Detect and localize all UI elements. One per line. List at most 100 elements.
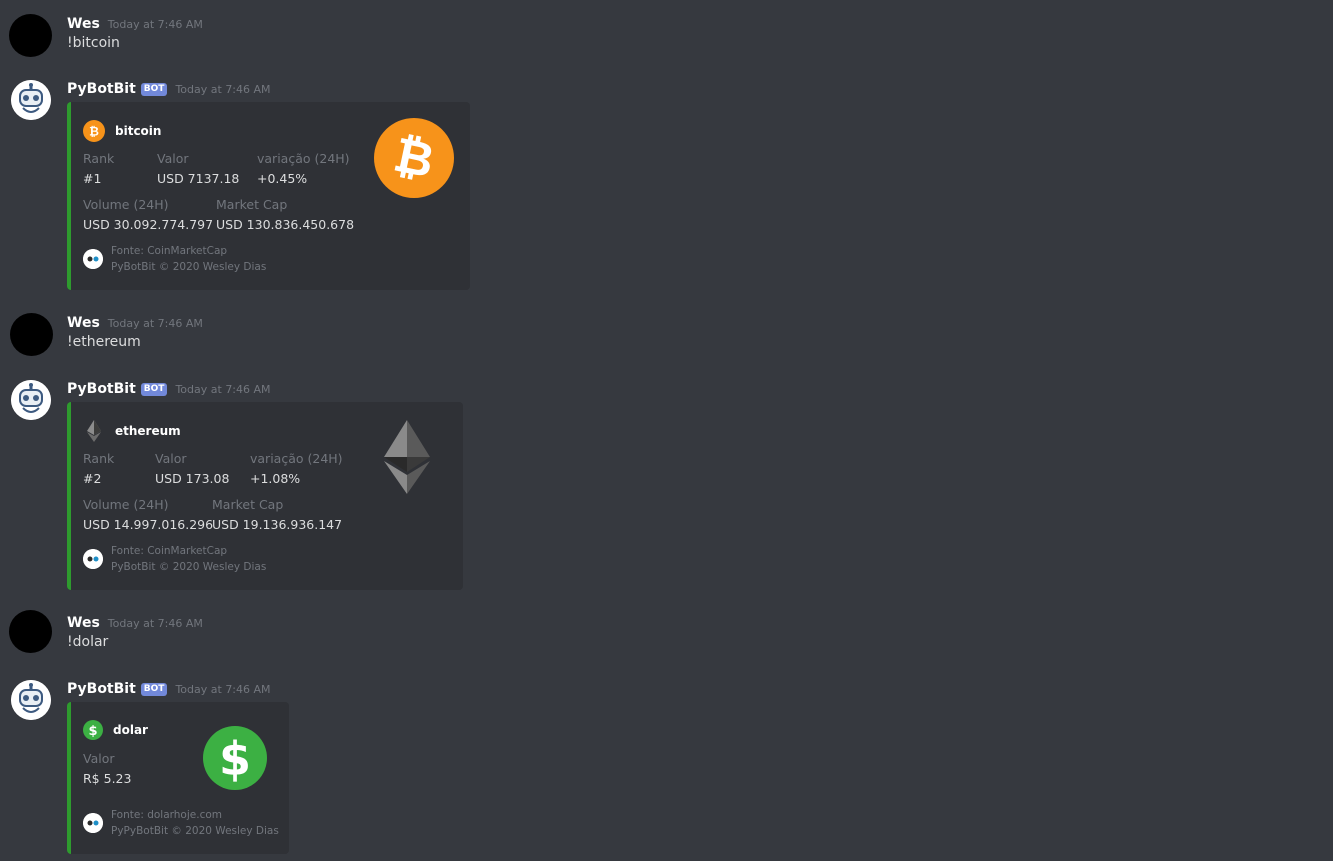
message-bot-ethereum: PyBotBit BOT Today at 7:46 AM ethereum R…	[0, 379, 1333, 594]
field-name: Valor	[83, 751, 115, 766]
field-name: Market Cap	[216, 197, 288, 212]
user-avatar[interactable]	[9, 610, 52, 653]
field-variacao: variação (24H) +0.45%	[257, 149, 350, 189]
embed-footer: Fonte: dolarhoje.com PyPyBotBit © 2020 W…	[83, 807, 279, 839]
field-name: Valor	[155, 451, 187, 466]
robot-icon	[83, 549, 103, 569]
message-user-bitcoin: Wes Today at 7:46 AM !bitcoin	[0, 14, 1333, 64]
ethereum-logo[interactable]	[384, 420, 430, 494]
robot-icon	[11, 680, 51, 720]
svg-text:$: $	[88, 724, 97, 737]
bot-tag: BOT	[140, 82, 168, 96]
message-header: Wes Today at 7:46 AM	[67, 14, 203, 34]
timestamp: Today at 7:46 AM	[175, 382, 271, 396]
embed-dolar: $ dolar Valor R$ 5.23 $ Fonte: dolarhoje…	[67, 702, 289, 854]
bitcoin-icon: ₿	[83, 120, 105, 142]
field-valor: Valor USD 173.08	[155, 449, 229, 489]
footer-source: Fonte: CoinMarketCap	[111, 245, 228, 257]
message-header: PyBotBit BOT Today at 7:46 AM	[67, 379, 271, 399]
robot-icon	[83, 249, 103, 269]
embed-author: ₿ bitcoin	[83, 120, 161, 142]
timestamp: Today at 7:46 AM	[175, 682, 271, 696]
user-avatar[interactable]	[10, 313, 53, 356]
message-header: Wes Today at 7:46 AM	[67, 613, 203, 633]
robot-icon	[83, 813, 103, 833]
footer-copyright: PyBotBit © 2020 Wesley Dias	[111, 561, 267, 573]
embed-ethereum: ethereum Rank #2 Valor USD 173.08 variaç…	[67, 402, 463, 590]
message-bot-dolar: PyBotBit BOT Today at 7:46 AM $ dolar Va…	[0, 679, 1333, 859]
field-valor: Valor USD 7137.18	[157, 149, 239, 189]
field-value: #2	[83, 471, 102, 486]
embed-author-name[interactable]: dolar	[113, 723, 148, 737]
bot-avatar[interactable]	[11, 80, 51, 120]
svg-text:$: $	[219, 732, 251, 786]
bot-tag: BOT	[140, 382, 168, 396]
dollar-logo[interactable]: $	[203, 726, 267, 790]
field-value: #1	[83, 171, 102, 186]
embed-author: ethereum	[83, 420, 181, 442]
field-value: +1.08%	[250, 471, 301, 486]
embed-author-name[interactable]: bitcoin	[115, 124, 161, 138]
dollar-icon: $	[83, 720, 103, 740]
footer-copyright: PyPyBotBit © 2020 Wesley Dias	[111, 825, 279, 837]
username[interactable]: Wes	[67, 16, 100, 32]
field-value: USD 130.836.450.678	[216, 217, 355, 232]
field-market-cap: Market Cap USD 130.836.450.678	[216, 195, 354, 235]
field-name: Volume (24H)	[83, 197, 169, 212]
timestamp: Today at 7:46 AM	[107, 316, 203, 330]
field-variacao: variação (24H) +1.08%	[250, 449, 343, 489]
message-user-ethereum: Wes Today at 7:46 AM !ethereum	[0, 313, 1333, 363]
message-header: Wes Today at 7:46 AM	[67, 313, 203, 333]
field-value: +0.45%	[257, 171, 308, 186]
message-header: PyBotBit BOT Today at 7:46 AM	[67, 679, 271, 699]
timestamp: Today at 7:46 AM	[175, 82, 271, 96]
embed-footer: Fonte: CoinMarketCap PyBotBit © 2020 Wes…	[83, 543, 266, 575]
field-name: variação (24H)	[250, 451, 343, 466]
bot-tag: BOT	[140, 682, 168, 696]
footer-copyright: PyBotBit © 2020 Wesley Dias	[111, 261, 267, 273]
svg-text:₿: ₿	[89, 125, 99, 139]
username[interactable]: PyBotBit	[67, 81, 136, 97]
field-value: R$ 5.23	[83, 771, 132, 786]
embed-bitcoin: ₿ bitcoin Rank #1 Valor USD 7137.18 vari…	[67, 102, 470, 290]
embed-footer: Fonte: CoinMarketCap PyBotBit © 2020 Wes…	[83, 243, 266, 275]
footer-source: Fonte: dolarhoje.com	[111, 809, 222, 821]
field-name: variação (24H)	[257, 151, 350, 166]
field-name: Rank	[83, 451, 115, 466]
username[interactable]: PyBotBit	[67, 381, 136, 397]
bot-avatar[interactable]	[11, 680, 51, 720]
message-content: !dolar	[67, 634, 109, 650]
robot-icon	[11, 380, 51, 420]
embed-author: $ dolar	[83, 720, 148, 740]
embed-author-name[interactable]: ethereum	[115, 424, 181, 438]
field-market-cap: Market Cap USD 19.136.936.147	[212, 495, 342, 535]
username[interactable]: PyBotBit	[67, 681, 136, 697]
bitcoin-logo[interactable]: ₿	[374, 118, 454, 198]
field-volume: Volume (24H) USD 14.997.016.296	[83, 495, 213, 535]
message-content: !bitcoin	[67, 35, 120, 51]
field-value: USD 19.136.936.147	[212, 517, 343, 532]
message-bot-bitcoin: PyBotBit BOT Today at 7:46 AM ₿ bitcoin …	[0, 79, 1333, 294]
field-name: Volume (24H)	[83, 497, 169, 512]
field-value: USD 7137.18	[157, 171, 240, 186]
username[interactable]: Wes	[67, 315, 100, 331]
field-value: USD 173.08	[155, 471, 230, 486]
field-rank: Rank #2	[83, 449, 114, 489]
field-name: Rank	[83, 151, 115, 166]
bot-avatar[interactable]	[11, 380, 51, 420]
timestamp: Today at 7:46 AM	[107, 616, 203, 630]
message-user-dolar: Wes Today at 7:46 AM !dolar	[0, 610, 1333, 663]
user-avatar[interactable]	[9, 14, 52, 57]
ethereum-icon	[83, 420, 105, 442]
robot-icon	[11, 80, 51, 120]
message-header: PyBotBit BOT Today at 7:46 AM	[67, 79, 271, 99]
field-volume: Volume (24H) USD 30.092.774.797	[83, 195, 213, 235]
field-name: Market Cap	[212, 497, 284, 512]
timestamp: Today at 7:46 AM	[107, 17, 203, 31]
footer-source: Fonte: CoinMarketCap	[111, 545, 228, 557]
field-rank: Rank #1	[83, 149, 114, 189]
field-name: Valor	[157, 151, 189, 166]
username[interactable]: Wes	[67, 615, 100, 631]
field-value: USD 14.997.016.296	[83, 517, 214, 532]
field-valor: Valor R$ 5.23	[83, 749, 131, 789]
